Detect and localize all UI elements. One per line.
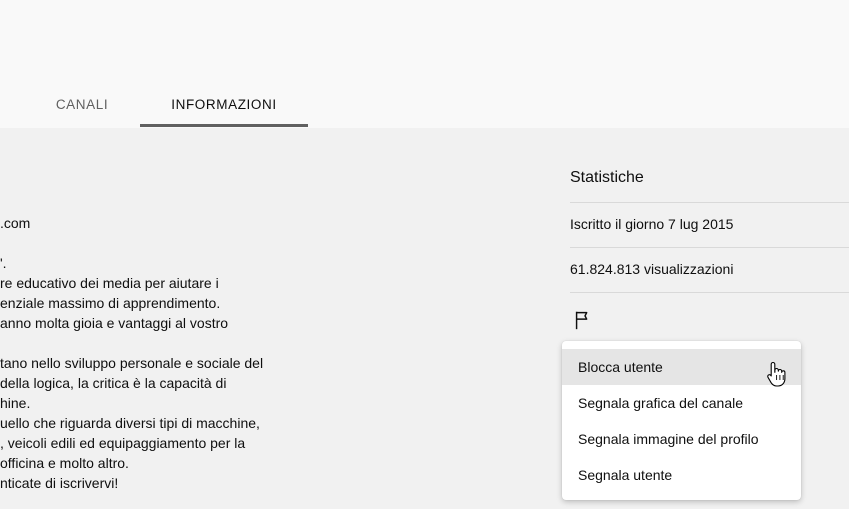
description-line: '. bbox=[0, 255, 7, 271]
description-line: uello che riguarda diversi tipi di macch… bbox=[0, 415, 260, 431]
description-line: anno molta gioia e vantaggi al vostro bbox=[0, 315, 229, 331]
menu-item-report-user[interactable]: Segnala utente bbox=[562, 457, 801, 493]
description-line: officina e molto altro. bbox=[0, 455, 129, 471]
stats-divider bbox=[570, 292, 849, 293]
channel-header: CANALI INFORMAZIONI bbox=[0, 0, 849, 128]
description-line: .com bbox=[0, 215, 31, 231]
description-line: della logica, la critica è la capacità d… bbox=[0, 375, 227, 391]
tab-canali[interactable]: CANALI bbox=[28, 84, 136, 124]
description-line: nticate di iscrivervi! bbox=[0, 475, 119, 491]
stats-joined-date: Iscritto il giorno 7 lug 2015 bbox=[570, 216, 734, 232]
about-content: .com '. re educativo dei media per aiuta… bbox=[0, 128, 849, 509]
description-line: tano nello sviluppo personale e sociale … bbox=[0, 355, 264, 371]
hand-pointer-cursor-icon bbox=[767, 361, 786, 387]
stats-divider bbox=[570, 202, 849, 203]
stats-title: Statistiche bbox=[570, 169, 644, 186]
tab-informazioni[interactable]: INFORMAZIONI bbox=[140, 84, 308, 124]
stats-divider bbox=[570, 247, 849, 248]
active-tab-indicator bbox=[140, 124, 308, 127]
flag-icon[interactable] bbox=[572, 309, 594, 331]
menu-item-report-channel-art[interactable]: Segnala grafica del canale bbox=[562, 385, 801, 421]
stats-view-count: 61.824.813 visualizzazioni bbox=[570, 261, 734, 277]
description-line: re educativo dei media per aiutare i bbox=[0, 275, 219, 291]
description-line: , veicoli edili ed equipaggiamento per l… bbox=[0, 435, 246, 451]
description-line: hine. bbox=[0, 395, 31, 411]
menu-item-report-profile-picture[interactable]: Segnala immagine del profilo bbox=[562, 421, 801, 457]
description-line: enziale massimo di apprendimento. bbox=[0, 295, 221, 311]
